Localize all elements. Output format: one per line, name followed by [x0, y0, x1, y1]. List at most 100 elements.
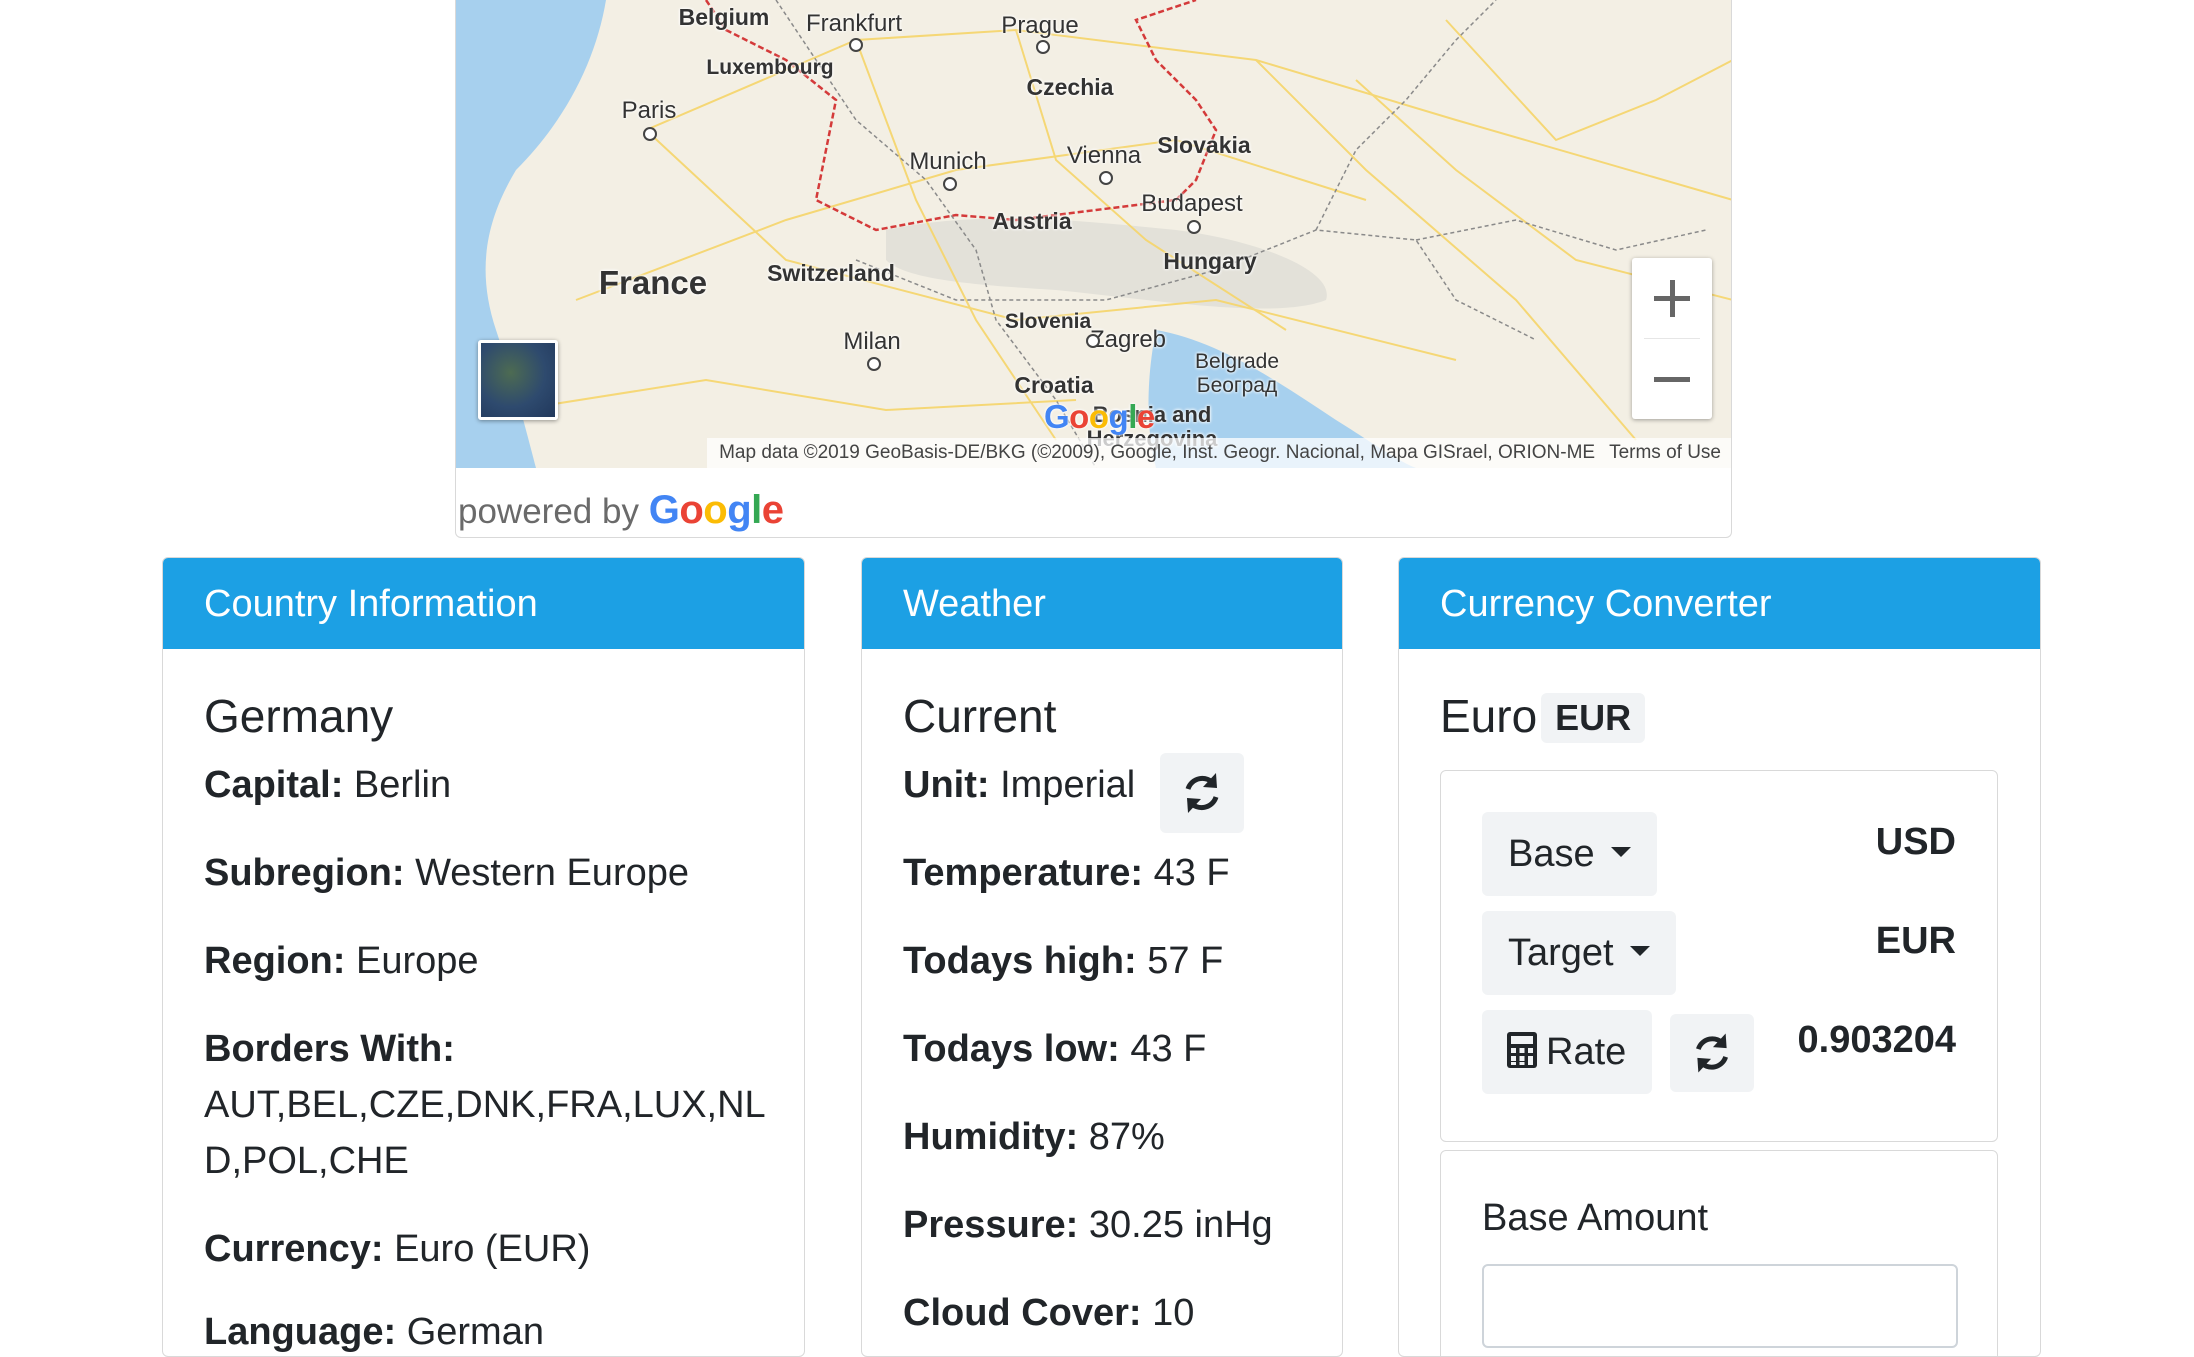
language-value: German — [406, 1311, 544, 1353]
powered-by-google: powered by Google — [458, 488, 784, 533]
minus-icon — [1654, 377, 1690, 382]
base-dropdown-button[interactable]: Base — [1482, 812, 1657, 896]
powered-by-text: powered by — [458, 492, 639, 531]
currency-label: Currency: — [204, 1228, 384, 1270]
pressure-label: Pressure: — [903, 1204, 1079, 1246]
google-map-logo: Google — [1044, 398, 1155, 435]
terms-of-use-link[interactable]: Terms of Use — [1609, 442, 1721, 463]
country-information-card: Country Information Germany Capital: Ber… — [162, 557, 805, 1357]
city-marker — [943, 177, 957, 191]
weather-refresh-button[interactable] — [1160, 753, 1244, 833]
map-label-munich: Munich — [909, 148, 987, 175]
language-row: Language: German — [204, 1311, 544, 1354]
city-marker — [1086, 334, 1100, 348]
capital-row: Capital: Berlin — [204, 764, 451, 807]
currency-selection-panel: Base USD Target EUR Rate 0.903204 — [1440, 770, 1998, 1142]
borders-value-line1: AUT,BEL,CZE,DNK,FRA,LUX,NL — [204, 1084, 766, 1126]
currency-row: Currency: Euro (EUR) — [204, 1228, 590, 1271]
cloud-cover-value: 10 — [1152, 1292, 1195, 1334]
currency-name: Euro — [1440, 690, 1538, 742]
city-marker — [1187, 220, 1201, 234]
map-label-budapest: Budapest — [1141, 190, 1243, 217]
pressure-value: 30.25 inHg — [1088, 1204, 1273, 1246]
humidity-label: Humidity: — [903, 1116, 1079, 1158]
pressure-row: Pressure: 30.25 inHg — [903, 1204, 1273, 1247]
refresh-icon — [1185, 773, 1219, 813]
capital-label: Capital: — [204, 764, 344, 806]
currency-value: Euro (EUR) — [394, 1228, 591, 1270]
card-header: Weather — [862, 558, 1342, 649]
high-label: Todays high: — [903, 940, 1137, 982]
map-label-belgium: Belgium — [678, 4, 770, 30]
currency-converter-card: Currency Converter Euro EUR Base USD Targ… — [1398, 557, 2041, 1357]
map-label-slovenia: Slovenia — [1004, 310, 1092, 333]
weather-title: Current — [903, 690, 1057, 742]
currency-code-badge: EUR — [1541, 692, 1646, 743]
unit-label: Unit: — [903, 764, 990, 806]
cloud-cover-row: Cloud Cover: 10 — [903, 1292, 1194, 1335]
city-marker — [643, 127, 657, 141]
target-button-label: Target — [1508, 932, 1614, 974]
subregion-value: Western Europe — [415, 852, 689, 894]
map-label-croatia: Croatia — [1014, 372, 1094, 398]
temperature-row: Temperature: 43 F — [903, 852, 1230, 895]
zoom-in-button[interactable] — [1632, 258, 1712, 338]
low-value: 43 F — [1130, 1028, 1207, 1070]
target-dropdown-button[interactable]: Target — [1482, 911, 1676, 995]
exchange-rate-value: 0.903204 — [1797, 1019, 1957, 1061]
humidity-value: 87% — [1088, 1116, 1165, 1158]
base-currency-value: USD — [1875, 821, 1956, 863]
zoom-out-button[interactable] — [1632, 339, 1712, 419]
city-marker — [1099, 171, 1113, 185]
map-label-prague: Prague — [1001, 12, 1079, 39]
map-label-slovakia: Slovakia — [1157, 132, 1251, 158]
humidity-row: Humidity: 87% — [903, 1116, 1165, 1159]
chevron-down-icon — [1610, 846, 1631, 857]
borders-value-line2: D,POL,CHE — [204, 1140, 409, 1182]
region-label: Region: — [204, 940, 346, 982]
map-label-belgrade: Belgrade — [1194, 350, 1280, 373]
calculator-icon — [1507, 1031, 1537, 1068]
map-attribution-text: Map data ©2019 GeoBasis-DE/BKG (©2009), … — [719, 442, 1596, 463]
map-label-luxembourg: Luxembourg — [706, 56, 834, 79]
temperature-value: 43 F — [1153, 852, 1230, 894]
map-canvas[interactable]: Belgium Frankfurt Prague Luxembourg Czec… — [456, 0, 1731, 468]
borders-label: Borders With: — [204, 1028, 455, 1071]
region-value: Europe — [356, 940, 479, 982]
google-logo: Google — [648, 488, 784, 532]
low-label: Todays low: — [903, 1028, 1120, 1070]
unit-row: Unit: Imperial — [903, 764, 1135, 807]
country-name: Germany — [204, 690, 394, 742]
rate-refresh-button[interactable] — [1670, 1014, 1754, 1092]
zoom-control — [1632, 258, 1712, 419]
map-label-paris: Paris — [621, 97, 677, 124]
map-label-vienna: Vienna — [1066, 142, 1142, 169]
refresh-icon — [1696, 1033, 1728, 1073]
city-marker — [1036, 40, 1050, 54]
base-amount-input[interactable] — [1482, 1264, 1958, 1348]
map-label-austria: Austria — [992, 208, 1072, 234]
rate-button[interactable]: Rate — [1482, 1010, 1653, 1094]
map-label-france: France — [598, 264, 708, 301]
amount-panel: Base Amount — [1440, 1150, 1998, 1356]
map-label-hungary: Hungary — [1163, 248, 1257, 274]
capital-value: Berlin — [353, 764, 452, 806]
base-amount-label: Base Amount — [1482, 1197, 1709, 1239]
unit-value: Imperial — [1000, 764, 1136, 806]
city-marker — [849, 38, 863, 52]
subregion-row: Subregion: Western Europe — [204, 852, 689, 895]
map-type-toggle[interactable] — [478, 340, 558, 420]
temperature-label: Temperature: — [903, 852, 1144, 894]
city-marker — [867, 357, 881, 371]
base-button-label: Base — [1508, 833, 1595, 875]
map-label-switzerland: Switzerland — [767, 260, 895, 286]
high-row: Todays high: 57 F — [903, 940, 1223, 983]
map-label-belgrade-cyrillic: Београд — [1196, 374, 1278, 397]
map-label-frankfurt: Frankfurt — [805, 10, 903, 37]
map-widget: Belgium Frankfurt Prague Luxembourg Czec… — [455, 0, 1732, 538]
borders-label-text: Borders With: — [204, 1028, 455, 1070]
low-row: Todays low: 43 F — [903, 1028, 1206, 1071]
weather-card: Weather Current Unit: Imperial Temperatu… — [861, 557, 1343, 1357]
card-header: Country Information — [163, 558, 804, 649]
subregion-label: Subregion: — [204, 852, 405, 894]
